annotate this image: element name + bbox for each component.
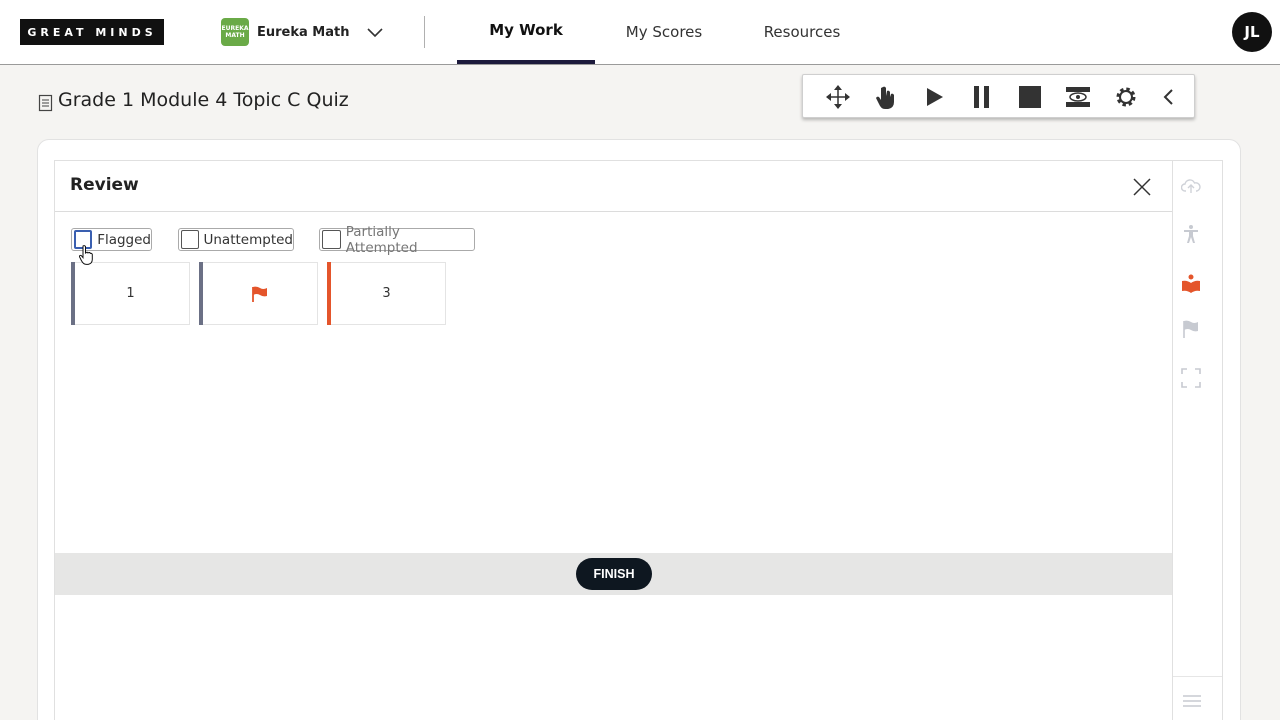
product-name: Eureka Math xyxy=(257,24,350,40)
accessibility-icon[interactable] xyxy=(1181,223,1201,245)
page-title: Grade 1 Module 4 Topic C Quiz xyxy=(58,89,349,111)
filter-flagged[interactable]: Flagged xyxy=(71,228,152,251)
nav-resources[interactable]: Resources xyxy=(733,0,871,64)
tts-toolbar xyxy=(802,74,1195,118)
unattempted-checkbox[interactable] xyxy=(181,230,199,249)
question-status-bar xyxy=(71,262,75,325)
flagged-checkbox[interactable] xyxy=(74,230,93,249)
menu-lines-icon[interactable] xyxy=(1182,690,1202,712)
pointer-hand-icon[interactable] xyxy=(873,84,899,110)
flag-icon xyxy=(251,286,267,302)
question-tile-1[interactable]: 1 xyxy=(71,262,190,325)
question-tile-2[interactable] xyxy=(199,262,318,325)
top-header: GREAT MINDS EUREKA MATH Eureka Math My W… xyxy=(0,0,1280,65)
nav-my-scores[interactable]: My Scores xyxy=(595,0,733,64)
play-icon[interactable] xyxy=(921,84,947,110)
partially-attempted-checkbox[interactable] xyxy=(322,230,341,249)
question-status-bar xyxy=(199,262,203,325)
filter-flagged-label: Flagged xyxy=(97,231,151,248)
filter-unattempted-label: Unattempted xyxy=(203,231,294,248)
finish-button[interactable]: FINISH xyxy=(576,558,652,590)
reader-icon[interactable] xyxy=(1181,272,1201,294)
review-title: Review xyxy=(70,175,139,195)
stop-icon[interactable] xyxy=(1017,84,1043,110)
question-status-bar xyxy=(327,262,331,325)
fullscreen-icon[interactable] xyxy=(1181,367,1201,389)
user-avatar[interactable]: JL xyxy=(1232,12,1272,52)
filter-partially-attempted[interactable]: Partially Attempted xyxy=(319,224,475,256)
filter-partially-attempted-label: Partially Attempted xyxy=(345,223,418,256)
header-divider xyxy=(424,16,425,48)
collapse-chevron-left-icon[interactable] xyxy=(1155,84,1181,110)
move-icon[interactable] xyxy=(825,84,851,110)
cloud-upload-icon[interactable] xyxy=(1181,175,1201,197)
eureka-math-icon: EUREKA MATH xyxy=(221,18,249,46)
reading-mask-icon[interactable] xyxy=(1065,84,1091,110)
nav-my-work[interactable]: My Work xyxy=(457,0,595,64)
question-number: 1 xyxy=(126,286,135,301)
chevron-down-icon xyxy=(366,28,383,38)
review-header: Review xyxy=(55,161,1172,212)
question-number: 3 xyxy=(382,286,391,301)
review-panel: Review Flagged Unattempted Partially Att… xyxy=(54,160,1173,720)
rail-flag-icon[interactable] xyxy=(1181,318,1201,340)
finish-bar: FINISH xyxy=(55,553,1172,595)
page-title-row: Grade 1 Module 4 Topic C Quiz xyxy=(38,88,349,112)
filter-unattempted[interactable]: Unattempted xyxy=(178,228,294,251)
pause-icon[interactable] xyxy=(969,84,995,110)
great-minds-logo[interactable]: GREAT MINDS xyxy=(20,19,164,45)
question-tile-3[interactable]: 3 xyxy=(327,262,446,325)
settings-gear-icon[interactable] xyxy=(1113,84,1139,110)
close-icon[interactable] xyxy=(1132,177,1152,197)
product-switcher[interactable]: EUREKA MATH Eureka Math xyxy=(221,18,384,46)
document-icon xyxy=(38,94,53,112)
main-nav: My Work My Scores Resources xyxy=(457,0,871,64)
side-tool-rail xyxy=(1173,160,1223,720)
rail-divider xyxy=(1173,676,1222,677)
